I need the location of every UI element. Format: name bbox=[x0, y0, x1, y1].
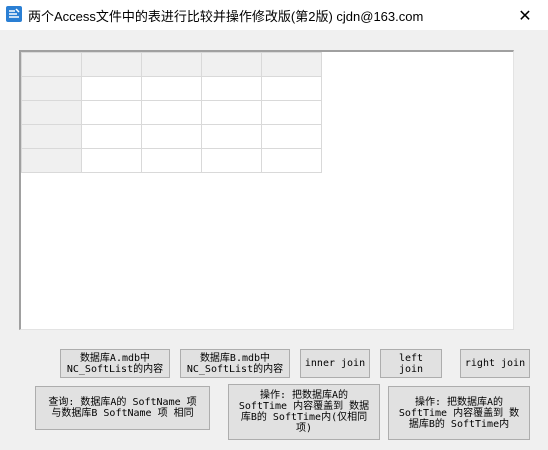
grid-column-header[interactable] bbox=[81, 52, 142, 77]
left-join-button[interactable]: left join bbox=[380, 349, 442, 378]
grid-column-header[interactable] bbox=[201, 52, 262, 77]
grid-cell[interactable] bbox=[141, 148, 202, 173]
grid-row-header[interactable] bbox=[21, 148, 82, 173]
grid-cell[interactable] bbox=[201, 148, 262, 173]
right-join-button[interactable]: right join bbox=[460, 349, 530, 378]
grid-row-header[interactable] bbox=[21, 76, 82, 101]
query-same-name-button[interactable]: 查询: 数据库A的 SoftName 项 与数据库B SoftName 项 相同 bbox=[35, 386, 210, 430]
grid-cell[interactable] bbox=[81, 148, 142, 173]
grid-cell[interactable] bbox=[81, 76, 142, 101]
grid-cell[interactable] bbox=[201, 124, 262, 149]
app-table-icon bbox=[6, 6, 22, 22]
grid-row-header[interactable] bbox=[21, 100, 82, 125]
grid-row bbox=[21, 124, 322, 149]
grid-header-row bbox=[21, 52, 322, 77]
grid-cell[interactable] bbox=[141, 124, 202, 149]
grid-cell[interactable] bbox=[261, 124, 322, 149]
grid-cell[interactable] bbox=[261, 148, 322, 173]
grid-cell[interactable] bbox=[261, 76, 322, 101]
title-bar: 两个Access文件中的表进行比较并操作修改版(第2版) cjdn@163.co… bbox=[0, 0, 548, 30]
data-grid-panel[interactable] bbox=[19, 50, 514, 330]
grid-row bbox=[21, 76, 322, 101]
grid-cell[interactable] bbox=[201, 100, 262, 125]
grid-row bbox=[21, 100, 322, 125]
grid-cell[interactable] bbox=[141, 100, 202, 125]
grid-row bbox=[21, 148, 322, 173]
data-grid[interactable] bbox=[21, 52, 322, 173]
grid-row-header[interactable] bbox=[21, 124, 82, 149]
close-icon[interactable]: ✕ bbox=[502, 0, 548, 30]
grid-cell[interactable] bbox=[81, 100, 142, 125]
overwrite-all-button[interactable]: 操作: 把数据库A的 SoftTime 内容覆盖到 数 据库B的 SoftTim… bbox=[388, 386, 530, 440]
grid-cell[interactable] bbox=[201, 76, 262, 101]
inner-join-button[interactable]: inner join bbox=[300, 349, 370, 378]
grid-cell[interactable] bbox=[141, 76, 202, 101]
grid-cell[interactable] bbox=[261, 100, 322, 125]
db-a-contents-button[interactable]: 数据库A.mdb中 NC_SoftList的内容 bbox=[60, 349, 170, 378]
grid-corner-cell[interactable] bbox=[21, 52, 82, 77]
grid-column-header[interactable] bbox=[261, 52, 322, 77]
db-b-contents-button[interactable]: 数据库B.mdb中 NC_SoftList的内容 bbox=[180, 349, 290, 378]
window-title: 两个Access文件中的表进行比较并操作修改版(第2版) cjdn@163.co… bbox=[28, 9, 424, 24]
overwrite-same-items-button[interactable]: 操作: 把数据库A的 SoftTime 内容覆盖到 数据 库B的 SoftTim… bbox=[228, 384, 380, 440]
grid-cell[interactable] bbox=[81, 124, 142, 149]
grid-column-header[interactable] bbox=[141, 52, 202, 77]
